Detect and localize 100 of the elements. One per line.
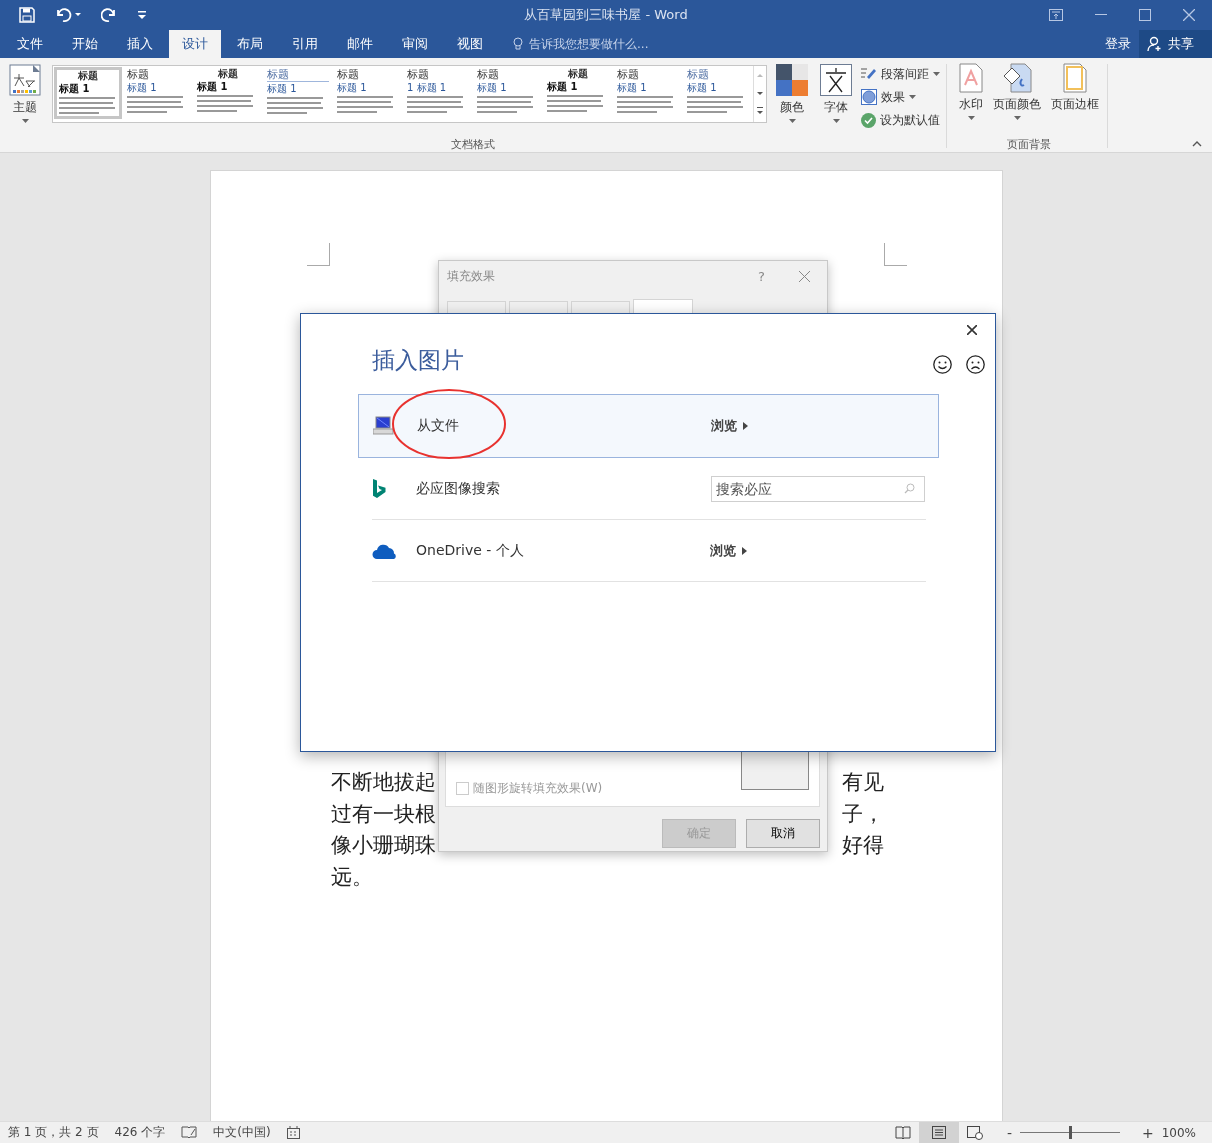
document-text: 过有一块根 (330, 800, 436, 828)
customize-icon[interactable] (137, 10, 147, 20)
style-thumbnail[interactable]: 标题 标题 1 (264, 67, 332, 119)
browse-link[interactable]: 浏览 (711, 417, 748, 435)
ribbon-display-icon[interactable] (1049, 9, 1063, 21)
maximize-icon[interactable] (1139, 9, 1151, 21)
zoom-level[interactable]: 100% (1161, 1125, 1196, 1140)
page-background-button[interactable]: 水印 (957, 63, 985, 120)
thumbnail-title: 标题 (267, 68, 329, 82)
search-field[interactable]: 搜索必应 (711, 475, 925, 502)
style-thumbnail[interactable]: 标题 标题 1 (124, 67, 192, 119)
zoom-in-button[interactable]: + (1141, 1124, 1154, 1141)
document-text: 子， (841, 800, 884, 828)
group-label: 文档格式 (451, 137, 495, 152)
source-label: OneDrive - 个人 (416, 541, 524, 560)
thumbnail-title: 标题 (407, 68, 430, 81)
language-label[interactable]: 中文(中国) (213, 1124, 271, 1141)
text-lines-drawing (337, 95, 393, 115)
frown-icon[interactable] (966, 354, 985, 374)
fonts-button[interactable]: 字体 (817, 63, 855, 124)
theme-button[interactable]: 主题 (6, 63, 44, 124)
sign-in-link[interactable]: 登录 (1105, 35, 1131, 53)
ribbon-tab[interactable]: 邮件 (334, 30, 386, 58)
ribbon-menu-button[interactable]: 设为默认值 (861, 110, 940, 130)
window-title: 从百草园到三味书屋 - Word (524, 6, 688, 24)
page-color-icon (1002, 63, 1032, 93)
text-lines-drawing (477, 95, 533, 115)
lightbulb-icon (513, 37, 523, 51)
caret-icon (1013, 116, 1021, 120)
style-thumbnail[interactable]: 标题 1 标题 1 (404, 67, 472, 119)
ribbon-menu-button[interactable]: 效果 (861, 87, 940, 107)
caret-icon (933, 72, 940, 76)
save-icon[interactable] (19, 7, 35, 23)
word-count[interactable]: 426 个字 (114, 1124, 166, 1141)
thumbnail-heading: 标题 1 (267, 83, 298, 95)
document-text: 有见 (841, 769, 884, 796)
view-mode-button[interactable] (918, 1122, 959, 1143)
style-thumbnail[interactable]: 标题 标题 1 (684, 67, 752, 119)
text-lines-drawing (127, 95, 183, 115)
thumbnail-title: 标题 (127, 68, 150, 81)
search-icon (904, 482, 915, 494)
zoom-slider-thumb[interactable] (1068, 1126, 1072, 1139)
ribbon-tab[interactable]: 插入 (114, 30, 166, 58)
ribbon-tab[interactable]: 布局 (224, 30, 276, 58)
margin-mark (306, 243, 330, 266)
macro-icon[interactable] (286, 1126, 300, 1139)
margin-mark (883, 243, 907, 266)
undo-icon[interactable] (55, 7, 81, 23)
ribbon-menu-button[interactable]: 段落间距 (861, 64, 940, 84)
ribbon-tab[interactable]: 设计 (169, 30, 221, 58)
style-thumbnail[interactable]: 标题 标题 1 (334, 67, 402, 119)
style-thumbnail[interactable]: 标题 标题 1 (54, 67, 122, 119)
page-background-button[interactable]: 页面边框 (1049, 63, 1101, 113)
tell-me-field[interactable]: 告诉我您想要做什么... (513, 30, 649, 58)
minimize-icon[interactable] (1095, 14, 1107, 16)
ribbon-tab[interactable]: 审阅 (389, 30, 441, 58)
page-border-icon (1063, 63, 1087, 93)
caret-icon (788, 119, 796, 123)
caret-icon (909, 95, 916, 99)
cloud-icon (372, 542, 398, 559)
ribbon-tab[interactable]: 引用 (279, 30, 331, 58)
text-lines-drawing (407, 95, 463, 115)
person-add-icon (1147, 36, 1163, 52)
thumbnail-title: 标题 (77, 70, 99, 82)
group-label: 页面背景 (1007, 137, 1051, 152)
dialog-title: 插入图片 (372, 346, 465, 374)
font-character-icon (820, 64, 852, 96)
caret-icon (967, 116, 975, 120)
share-button[interactable]: 共享 (1139, 30, 1212, 58)
document-text: 远。 (330, 863, 373, 891)
thumbnail-title: 标题 (337, 68, 360, 81)
style-thumbnail[interactable]: 标题 标题 1 (544, 67, 612, 119)
page-count[interactable]: 第 1 页，共 2 页 (8, 1124, 99, 1141)
picture-source-item[interactable]: OneDrive - 个人 浏览 (372, 520, 926, 582)
page-background-button[interactable]: 页面颜色 (991, 63, 1043, 120)
ribbon-tab[interactable]: 开始 (59, 30, 111, 58)
text-lines-drawing (617, 95, 673, 115)
smile-icon[interactable] (933, 354, 952, 374)
document-text: 好得 (841, 832, 884, 859)
thumbnail-heading: 标题 1 (687, 82, 718, 94)
zoom-out-button[interactable]: - (1006, 1124, 1012, 1141)
collapse-ribbon-icon[interactable] (1192, 141, 1202, 147)
style-thumbnail[interactable]: 标题 标题 1 (614, 67, 682, 119)
redo-icon[interactable] (101, 7, 117, 23)
style-thumbnail[interactable]: 标题 标题 1 (474, 67, 542, 119)
ribbon-tab[interactable]: 文件 (4, 30, 56, 58)
ribbon-tab[interactable]: 视图 (444, 30, 496, 58)
tell-me-placeholder: 告诉我您想要做什么... (529, 35, 649, 53)
close-icon[interactable] (967, 325, 977, 335)
picture-source-item[interactable]: 必应图像搜索 搜索必应 (372, 458, 926, 520)
thumbnail-heading: 标题 1 (197, 81, 229, 93)
browse-link[interactable]: 浏览 (710, 541, 747, 560)
thumbnail-heading: 标题 1 (337, 82, 368, 94)
thumbnail-title: 标题 (617, 68, 640, 81)
proofing-icon[interactable] (181, 1126, 198, 1139)
colors-button[interactable]: 颜色 (773, 63, 811, 124)
dialog-button[interactable]: 取消 (746, 819, 820, 848)
book-icon (894, 1126, 911, 1139)
style-thumbnail[interactable]: 标题 标题 1 (194, 67, 262, 119)
thumbnail-title: 标题 (687, 68, 710, 81)
